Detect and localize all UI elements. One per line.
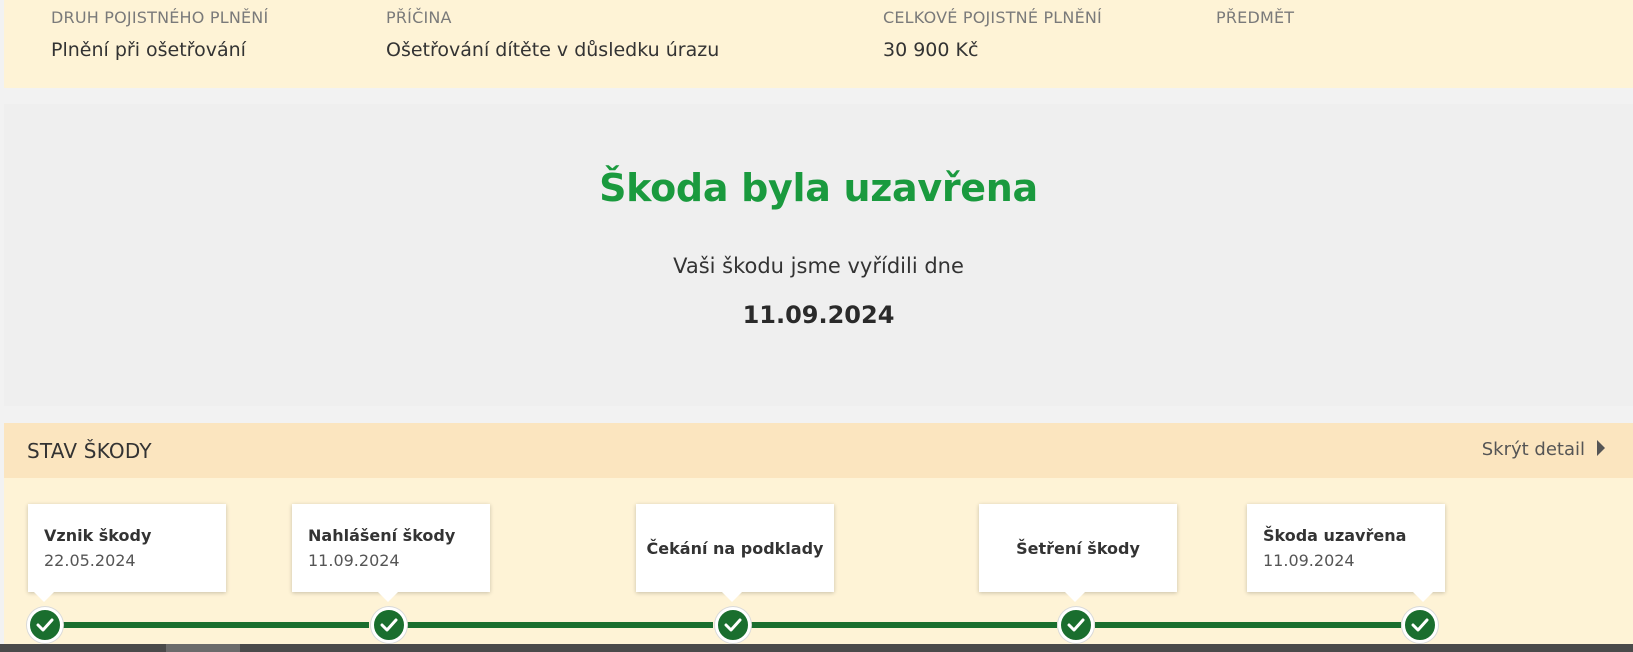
progress-segment <box>407 622 713 628</box>
claim-status-header: STAV ŠKODY Skrýt detail <box>4 423 1633 478</box>
step-card-investigation: Šetření škody <box>979 504 1177 602</box>
info-label: PŘEDMĚT <box>1216 8 1295 27</box>
check-icon <box>1411 618 1429 632</box>
step-name: Škoda uzavřena <box>1263 526 1407 545</box>
status-title: STAV ŠKODY <box>27 439 152 463</box>
step-dot-completed <box>715 607 751 643</box>
info-column-cause: PŘÍČINA Ošetřování dítěte v důsledku úra… <box>386 8 719 61</box>
check-icon <box>380 618 398 632</box>
step-card-waiting-documents: Čekání na podklady <box>636 504 834 602</box>
claim-info-bar: DRUH POJISTNÉHO PLNĚNÍ Plnění při ošetřo… <box>4 0 1633 88</box>
step-card-damage-report: Nahlášení škody 11.09.2024 <box>292 504 490 602</box>
step-card-damage-occurrence: Vznik škody 22.05.2024 <box>28 504 226 602</box>
result-text: Vaši škodu jsme vyřídili dne <box>673 254 964 278</box>
claim-result-panel: Škoda byla uzavřena Vaši škodu jsme vyří… <box>4 104 1633 406</box>
info-value: 30 900 Kč <box>883 39 979 61</box>
info-value: Ošetřování dítěte v důsledku úrazu <box>386 39 720 61</box>
hide-detail-label: Skrýt detail <box>1481 439 1585 460</box>
step-date: 22.05.2024 <box>44 551 136 570</box>
step-name: Čekání na podklady <box>646 538 824 558</box>
info-label: PŘÍČINA <box>386 8 452 27</box>
step-card-claim-closed: Škoda uzavřena 11.09.2024 <box>1247 504 1445 602</box>
result-date: 11.09.2024 <box>742 301 895 329</box>
step-dot-completed <box>371 607 407 643</box>
step-dot-completed <box>27 607 63 643</box>
progress-segment <box>1095 622 1401 628</box>
step-date: 11.09.2024 <box>1263 551 1355 570</box>
info-column-subject: PŘEDMĚT <box>1216 8 1294 39</box>
info-column-benefit-type: DRUH POJISTNÉHO PLNĚNÍ Plnění při ošetřo… <box>51 8 268 61</box>
info-value: Plnění při ošetřování <box>51 39 246 61</box>
check-icon <box>1067 618 1085 632</box>
hide-detail-button[interactable]: Skrýt detail <box>1482 439 1605 460</box>
step-dot-completed <box>1402 607 1438 643</box>
check-icon <box>724 618 742 632</box>
step-card-pointer <box>378 592 398 602</box>
step-name: Šetření škody <box>1016 538 1140 558</box>
step-card-pointer <box>34 592 54 602</box>
step-date: 11.09.2024 <box>308 551 400 570</box>
scrollbar-thumb[interactable] <box>166 644 240 652</box>
result-title: Škoda byla uzavřena <box>599 166 1038 210</box>
step-name: Nahlášení škody <box>308 526 456 545</box>
check-icon <box>36 618 54 632</box>
progress-segment <box>751 622 1057 628</box>
caret-right-icon <box>1597 440 1605 456</box>
step-name: Vznik škody <box>44 526 152 545</box>
info-label: DRUH POJISTNÉHO PLNĚNÍ <box>51 8 269 27</box>
claim-status-timeline: Vznik škody 22.05.2024 Nahlášení škody 1… <box>4 478 1633 644</box>
progress-segment <box>63 622 369 628</box>
horizontal-scrollbar[interactable] <box>0 644 1633 652</box>
step-card-pointer <box>1065 592 1085 602</box>
info-column-total-benefit: CELKOVÉ POJISTNÉ PLNĚNÍ 30 900 Kč <box>883 8 1102 61</box>
step-card-pointer <box>1413 592 1433 602</box>
info-label: CELKOVÉ POJISTNÉ PLNĚNÍ <box>883 8 1102 27</box>
step-dot-completed <box>1058 607 1094 643</box>
step-card-pointer <box>722 592 742 602</box>
